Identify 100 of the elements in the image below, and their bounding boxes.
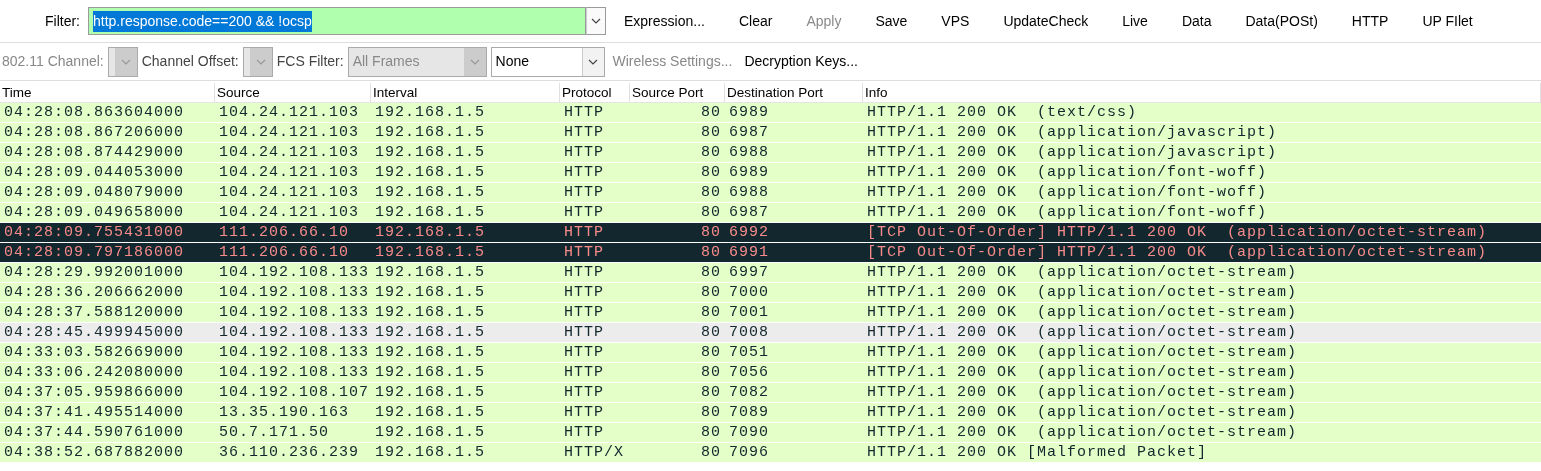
table-cell-text: 80 (700, 283, 722, 302)
toolbar-button[interactable]: Save (861, 6, 922, 36)
table-cell-text: 192.168.1.5 (374, 123, 487, 142)
table-cell-text: 192.168.1.5 (374, 223, 487, 242)
table-cell-text: HTTP (563, 343, 605, 362)
column-header[interactable]: Time (0, 83, 215, 102)
table-cell-text: 80 (700, 223, 722, 242)
table-cell-text: 80 (700, 123, 722, 142)
table-cell-text: 80 (700, 423, 722, 442)
table-cell-text: 6988 (728, 143, 770, 162)
table-cell-text: HTTP/1.1 200 OK (application/octet-stream) (866, 383, 1299, 402)
filter-dropdown-button[interactable] (586, 7, 606, 35)
table-cell-text: 7082 (728, 383, 770, 402)
table-cell-text: 192.168.1.5 (374, 263, 487, 282)
table-cell-text: HTTP (563, 263, 605, 282)
column-header[interactable]: Destination Port (725, 83, 863, 102)
column-header[interactable]: Info (863, 83, 1541, 102)
table-cell-text: HTTP/1.1 200 OK (application/javascript) (866, 143, 1279, 162)
table-cell-text: HTTP (563, 203, 605, 222)
table-cell-text: 192.168.1.5 (374, 243, 487, 262)
table-cell-text: 7056 (728, 363, 770, 382)
column-header[interactable]: Protocol (560, 83, 630, 102)
table-cell-text: 111.206.66.10 (218, 223, 351, 242)
table-cell-text: 7089 (728, 403, 770, 422)
table-cell-text: 192.168.1.5 (374, 183, 487, 202)
table-cell-text: HTTP/1.1 200 OK (application/font-woff) (866, 163, 1269, 182)
table-cell-text: 192.168.1.5 (374, 283, 487, 302)
table-cell-text: 104.192.108.133 (218, 343, 371, 362)
table-cell-text: 192.168.1.5 (374, 323, 487, 342)
table-cell-text: 80 (700, 403, 722, 422)
table-cell-text: 192.168.1.5 (374, 403, 487, 422)
table-cell-text: 80 (700, 383, 722, 402)
table-cell-text: 13.35.190.163 (218, 403, 351, 422)
table-cell-text: 6992 (728, 223, 770, 242)
table-cell-text: HTTP/1.1 200 OK (application/octet-stream) (866, 423, 1299, 442)
table-cell-text: 7001 (728, 303, 770, 322)
table-cell-text: HTTP (563, 223, 605, 242)
table-cell-text: 104.192.108.133 (218, 283, 371, 302)
filter-input[interactable]: http.response.code==200 && !ocsp (88, 7, 586, 35)
table-cell-text: HTTP (563, 283, 605, 302)
table-cell-text: HTTP (563, 183, 605, 202)
table-cell-text: 80 (700, 143, 722, 162)
toolbar-button[interactable]: Expression... (610, 6, 719, 36)
settings-link[interactable]: Decryption Keys... (740, 51, 862, 72)
toolbar-button[interactable]: VPS (927, 6, 984, 36)
toolbar-button[interactable]: UP FIlet (1408, 6, 1487, 36)
table-cell-text: 192.168.1.5 (374, 143, 487, 162)
toolbar-button[interactable]: Live (1108, 6, 1162, 36)
table-cell-text: 04:28:09.044053000 (3, 163, 186, 182)
toolbar-button[interactable]: Data (1167, 6, 1226, 36)
table-cell-text: HTTP (563, 403, 605, 422)
column-header[interactable]: Source (215, 83, 371, 102)
table-cell-text: 104.192.108.133 (218, 263, 371, 282)
table-cell-text: 7008 (728, 323, 770, 342)
table-cell-text: HTTP/X (563, 443, 625, 462)
table-cell-text: 04:37:44.590761000 (3, 423, 186, 442)
table-cell-text: 192.168.1.5 (374, 383, 487, 402)
table-cell-text: 04:28:09.797186000 (3, 243, 186, 262)
table-cell-text: 6988 (728, 183, 770, 202)
table-cell-text: 80 (700, 163, 722, 182)
toolbar-button[interactable]: UpdateCheck (989, 6, 1103, 36)
table-cell-text: 04:28:09.755431000 (3, 223, 186, 242)
table-cell-text: [TCP Out-Of-Order] HTTP/1.1 200 OK (application/octet-stream) (866, 243, 1489, 262)
table-cell-text: HTTP/1.1 200 OK (application/octet-stream) (866, 343, 1299, 362)
table-cell-text: 104.24.121.103 (218, 163, 361, 182)
field-label: FCS Filter: (276, 52, 344, 71)
column-header[interactable]: Source Port (630, 83, 725, 102)
table-cell-text: 04:28:09.049658000 (3, 203, 186, 222)
table-cell-text: 192.168.1.5 (374, 343, 487, 362)
table-cell-text: HTTP (563, 363, 605, 382)
table-cell-text: 7090 (728, 423, 770, 442)
table-cell-text: 04:33:03.582669000 (3, 343, 186, 362)
table-cell-text: 80 (700, 263, 722, 282)
table-cell-text: HTTP/1.1 200 OK (application/octet-stream) (866, 263, 1299, 282)
table-cell-text: 6989 (728, 103, 770, 122)
dropdown[interactable]: None (490, 46, 605, 77)
table-cell-text: 80 (700, 443, 722, 462)
table-cell-text: HTTP (563, 423, 605, 442)
table-cell-text: 04:28:45.499945000 (3, 323, 186, 342)
table-cell-text: 04:28:08.874429000 (3, 143, 186, 162)
table-cell-text: 6987 (728, 123, 770, 142)
field-label: Channel Offset: (141, 52, 239, 71)
table-cell-text: [TCP Out-Of-Order] HTTP/1.1 200 OK (application/octet-stream) (866, 223, 1489, 242)
table-cell-text: HTTP/1.1 200 OK (application/octet-stream) (866, 283, 1299, 302)
table-cell-text: 192.168.1.5 (374, 163, 487, 182)
table-cell-text: 192.168.1.5 (374, 423, 487, 442)
table-cell-text: HTTP (563, 123, 605, 142)
table-cell-text: 104.192.108.107 (218, 383, 371, 402)
table-cell-text: 04:28:09.048079000 (3, 183, 186, 202)
toolbar-button[interactable]: HTTP (1337, 6, 1403, 36)
table-cell-text: 04:28:08.863604000 (3, 103, 186, 122)
table-cell-text: 80 (700, 243, 722, 262)
table-cell-text: HTTP (563, 303, 605, 322)
toolbar-button[interactable]: Data(POSt) (1231, 6, 1332, 36)
column-header[interactable]: Interval (371, 83, 560, 102)
table-cell-text: 104.24.121.103 (218, 183, 361, 202)
table-cell-text: 04:37:41.495514000 (3, 403, 186, 422)
toolbar-button[interactable]: Clear (724, 6, 787, 36)
table-cell-text: 80 (700, 303, 722, 322)
table-cell-text: HTTP/1.1 200 OK (application/octet-stream) (866, 303, 1299, 322)
